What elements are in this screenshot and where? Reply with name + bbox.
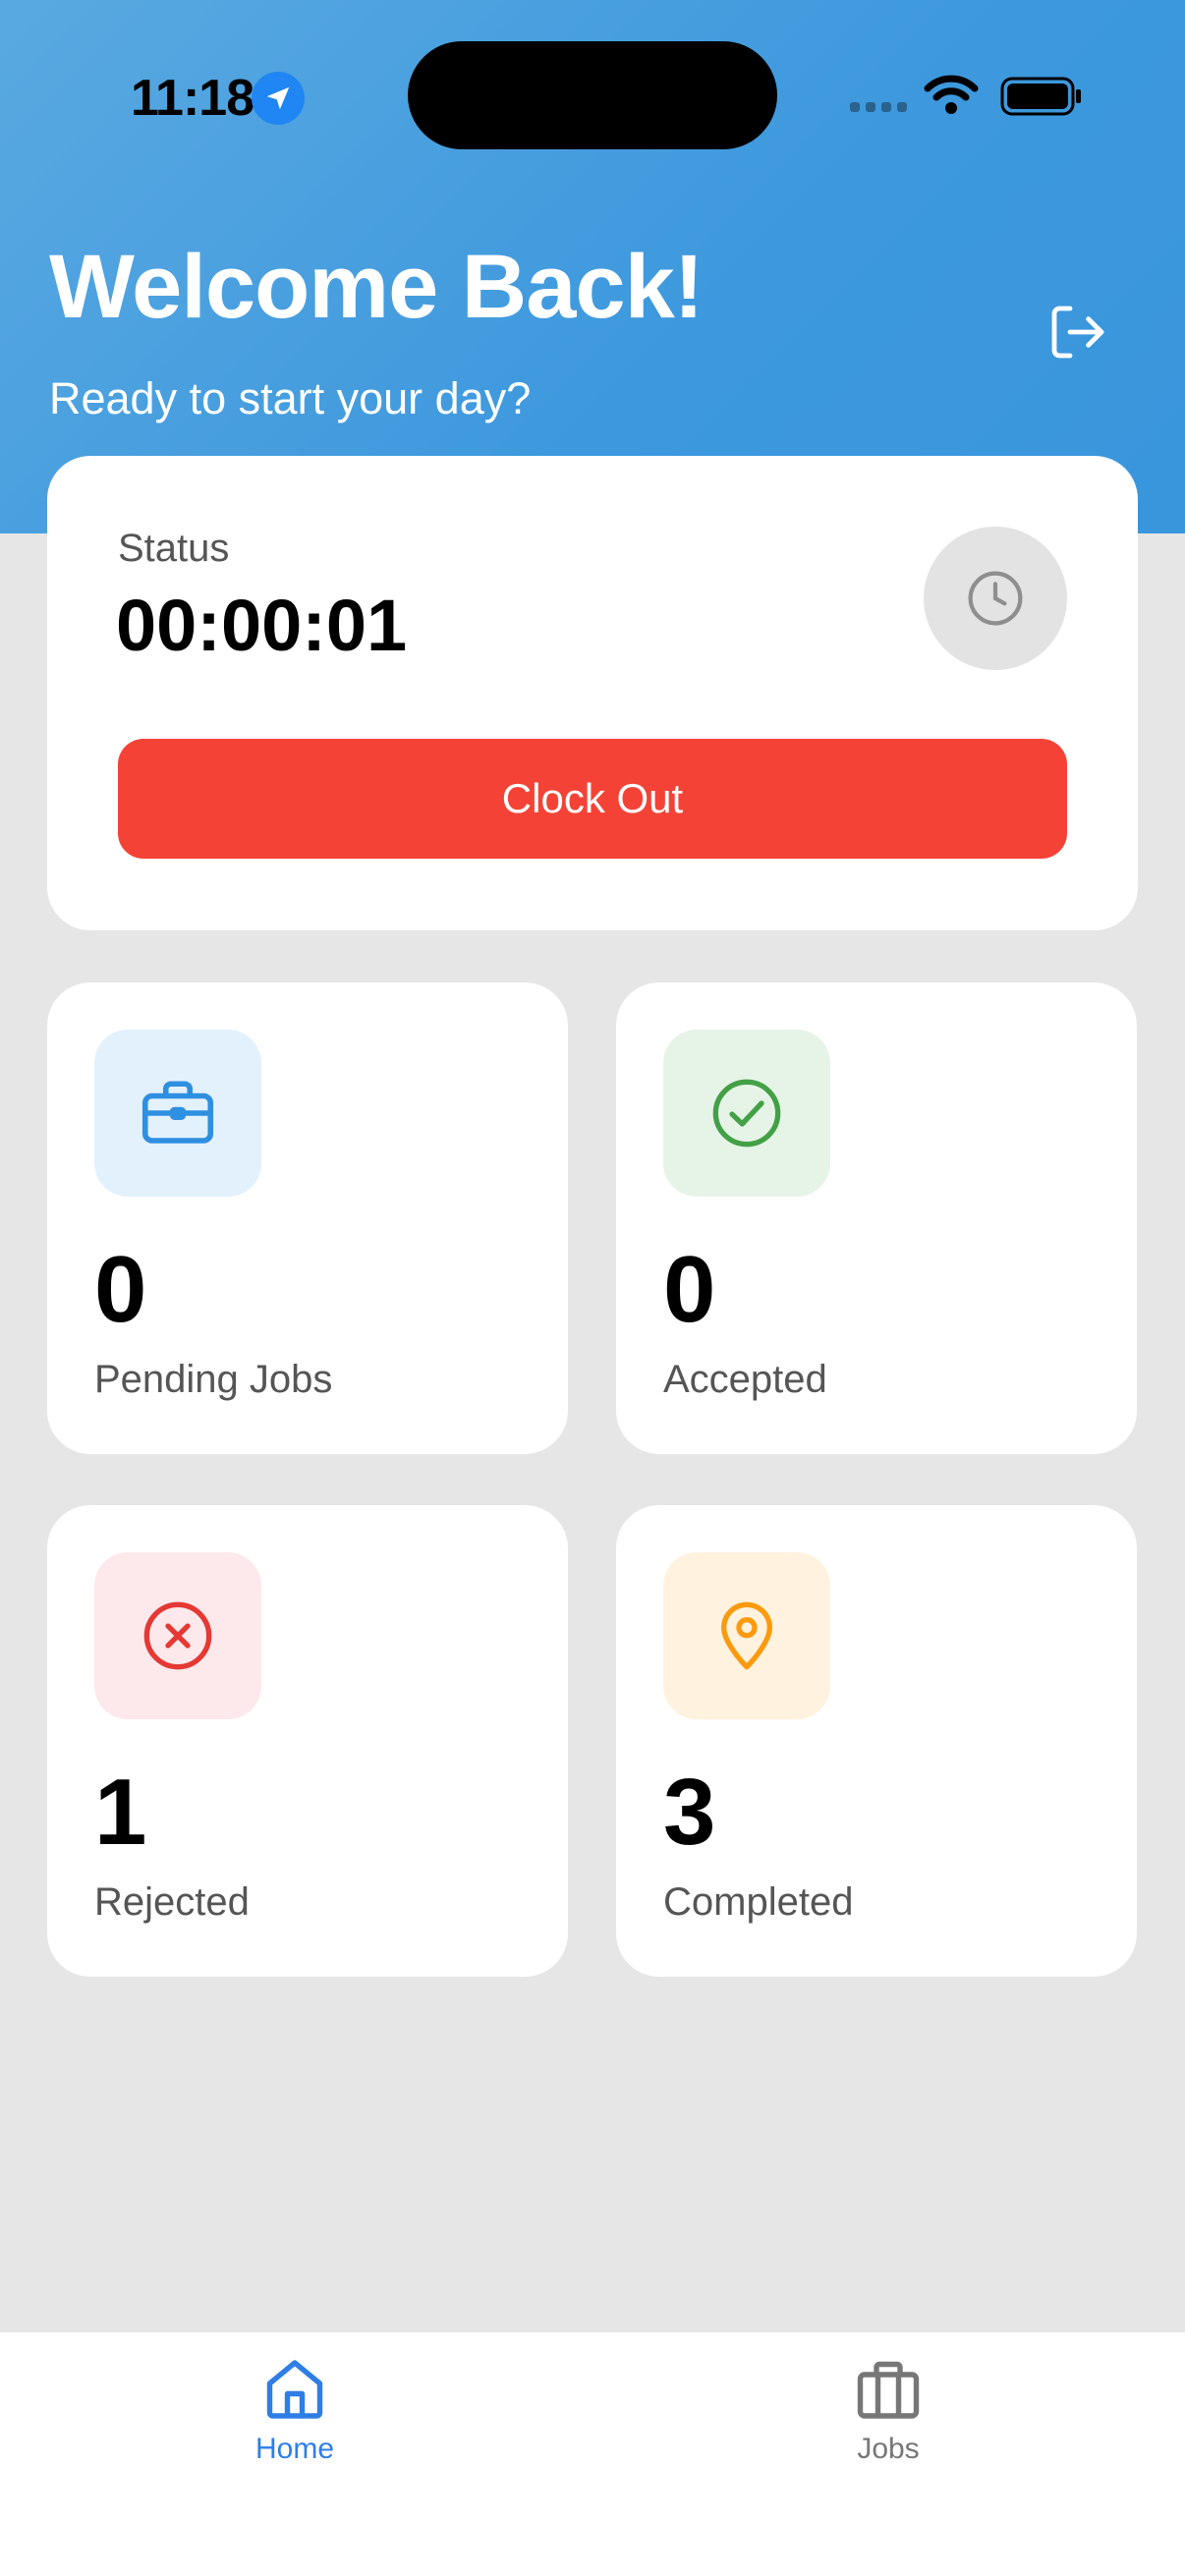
stat-label: Accepted xyxy=(663,1358,827,1401)
logout-button[interactable] xyxy=(1044,298,1112,366)
stat-card-rejected[interactable]: 1 Rejected xyxy=(47,1505,568,1977)
logout-icon xyxy=(1051,306,1104,359)
home-icon xyxy=(266,2360,323,2419)
wifi-icon xyxy=(924,73,979,121)
map-pin-icon xyxy=(663,1552,830,1719)
clock-icon-circle xyxy=(924,527,1067,670)
briefcase-icon xyxy=(857,2361,920,2419)
tab-home[interactable]: Home xyxy=(187,2354,403,2501)
stat-label: Completed xyxy=(663,1880,854,1924)
stat-value: 0 xyxy=(94,1237,147,1342)
stat-label: Pending Jobs xyxy=(94,1358,333,1401)
tab-jobs[interactable]: Jobs xyxy=(780,2354,996,2501)
stat-value: 0 xyxy=(663,1237,716,1342)
x-circle-icon xyxy=(94,1552,261,1719)
stat-value: 1 xyxy=(94,1760,147,1865)
stat-card-pending[interactable]: 0 Pending Jobs xyxy=(47,982,568,1454)
status-label: Status xyxy=(118,527,230,570)
clock-icon xyxy=(968,571,1023,626)
location-arrow-icon xyxy=(252,72,305,125)
page-title: Welcome Back! xyxy=(49,237,704,337)
status-bar: 11:18 xyxy=(0,0,1185,196)
status-time: 11:18 xyxy=(131,70,254,127)
dynamic-island xyxy=(408,41,777,149)
status-card: Status 00:00:01 Clock Out xyxy=(47,456,1138,930)
tab-label: Jobs xyxy=(857,2433,920,2465)
stat-card-accepted[interactable]: 0 Accepted xyxy=(616,982,1137,1454)
tab-label: Home xyxy=(254,2433,335,2465)
stat-value: 3 xyxy=(663,1760,716,1865)
status-timer: 00:00:01 xyxy=(116,585,408,666)
cellular-signal-icon xyxy=(850,102,907,112)
battery-icon xyxy=(1000,77,1083,121)
check-circle-icon xyxy=(663,1030,830,1197)
briefcase-icon xyxy=(94,1030,261,1197)
page-subtitle: Ready to start your day? xyxy=(49,373,532,423)
stat-card-completed[interactable]: 3 Completed xyxy=(616,1505,1137,1977)
tab-bar: Home Jobs xyxy=(0,2332,1185,2576)
stat-label: Rejected xyxy=(94,1880,250,1924)
clock-out-button[interactable]: Clock Out xyxy=(118,739,1067,859)
